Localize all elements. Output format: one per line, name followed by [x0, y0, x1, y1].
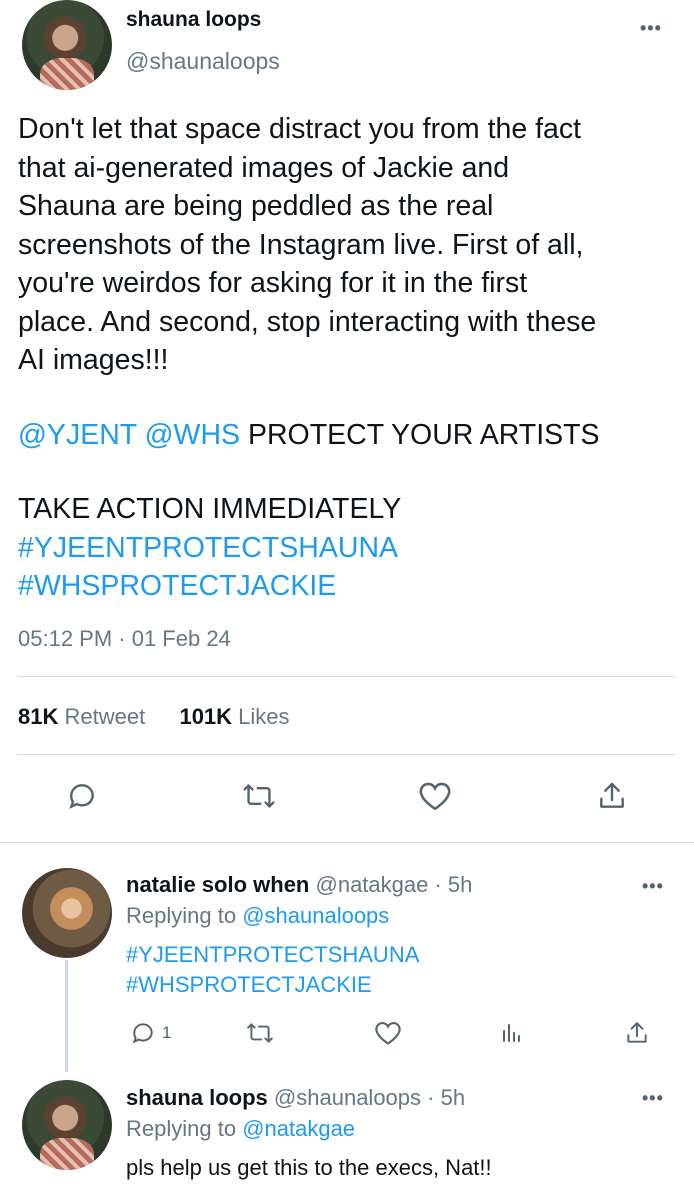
analytics-icon[interactable]: [500, 1020, 524, 1046]
mention-link[interactable]: @YJENT: [18, 419, 137, 451]
tweet-line: Don't let that space distract you from t…: [18, 113, 582, 145]
share-icon[interactable]: [624, 1020, 650, 1046]
divider: [18, 676, 676, 677]
reply-header: shauna loops @shaunaloops · 5h: [126, 1085, 465, 1111]
thread-line: [65, 960, 68, 1072]
main-tweet-header: shauna loops @shaunaloops •••: [0, 0, 694, 100]
replying-to: Replying to @shaunaloops: [126, 903, 389, 929]
retweet-label[interactable]: Retweet: [64, 704, 145, 729]
likes-count[interactable]: 101K: [179, 704, 232, 729]
mention-link[interactable]: @natakgae: [242, 1116, 355, 1141]
hashtag-link[interactable]: #YJEENTPROTECTSHAUNA: [18, 529, 688, 568]
tweet-line: place. And second, stop interacting with…: [18, 305, 597, 338]
author-name[interactable]: shauna loops: [126, 8, 261, 32]
hashtag-link[interactable]: #WHSPROTECTJACKIE: [18, 567, 688, 606]
hashtag-link[interactable]: #YJEENTPROTECTSHAUNA: [126, 942, 419, 968]
like-icon[interactable]: [374, 1020, 402, 1046]
reply-button[interactable]: 1: [130, 1020, 171, 1046]
retweet-count[interactable]: 81K: [18, 704, 58, 729]
avatar[interactable]: [22, 1080, 112, 1170]
mention-link[interactable]: @shaunaloops: [242, 903, 389, 928]
more-options-icon[interactable]: •••: [642, 1088, 664, 1109]
share-icon[interactable]: [596, 780, 628, 812]
reply-icon: [132, 1023, 153, 1044]
more-options-icon[interactable]: •••: [642, 876, 664, 897]
divider: [0, 842, 694, 843]
tweet-line: AI images!!!: [18, 344, 169, 376]
tweet-line: you're weirdos for asking for it in the …: [18, 267, 528, 299]
tweet-line: screenshots of the Instagram live. First…: [18, 228, 584, 261]
divider: [18, 754, 676, 755]
replying-label: Replying to: [126, 1116, 243, 1141]
tweet-timestamp[interactable]: 05:12 PM · 01 Feb 24: [18, 626, 231, 652]
avatar[interactable]: [22, 868, 112, 958]
reply-icon[interactable]: [66, 780, 98, 812]
like-icon[interactable]: [418, 780, 452, 812]
author-handle[interactable]: @shaunaloops: [274, 1085, 421, 1110]
author-name[interactable]: shauna loops: [126, 1085, 268, 1110]
reply-time[interactable]: · 5h: [421, 1085, 465, 1110]
reply-time[interactable]: · 5h: [428, 872, 472, 897]
author-handle[interactable]: @natakgae: [316, 872, 429, 897]
tweet-stats: 81K Retweet 101K Likes: [18, 704, 290, 730]
retweet-icon[interactable]: [242, 780, 276, 812]
action-text: TAKE ACTION IMMEDIATELY: [18, 493, 402, 525]
replying-to: Replying to @natakgae: [126, 1116, 355, 1142]
hashtag-link[interactable]: #WHSPROTECTJACKIE: [126, 972, 372, 998]
tweet-line: that ai-generated images of Jackie and: [18, 151, 510, 184]
more-options-icon[interactable]: •••: [640, 18, 662, 39]
replying-label: Replying to: [126, 903, 243, 928]
tweet-text: Don't let that space distract you from t…: [18, 110, 688, 606]
reply-text: pls help us get this to the execs, Nat!!: [126, 1155, 492, 1180]
author-handle[interactable]: @shaunaloops: [126, 48, 280, 75]
mentions-line: @YJENT @WHS PROTECT YOUR ARTISTS: [18, 416, 688, 455]
avatar[interactable]: [22, 0, 112, 90]
mention-link[interactable]: @WHS: [145, 419, 240, 451]
author-name[interactable]: natalie solo when: [126, 872, 309, 897]
tweet-line: Shauna are being peddled as the real: [18, 190, 494, 222]
retweet-icon[interactable]: [246, 1020, 274, 1046]
likes-label[interactable]: Likes: [238, 704, 289, 729]
reply-header: natalie solo when @natakgae · 5h: [126, 872, 472, 898]
reply-count: 1: [162, 1023, 172, 1042]
protect-text: PROTECT YOUR ARTISTS: [240, 418, 600, 451]
